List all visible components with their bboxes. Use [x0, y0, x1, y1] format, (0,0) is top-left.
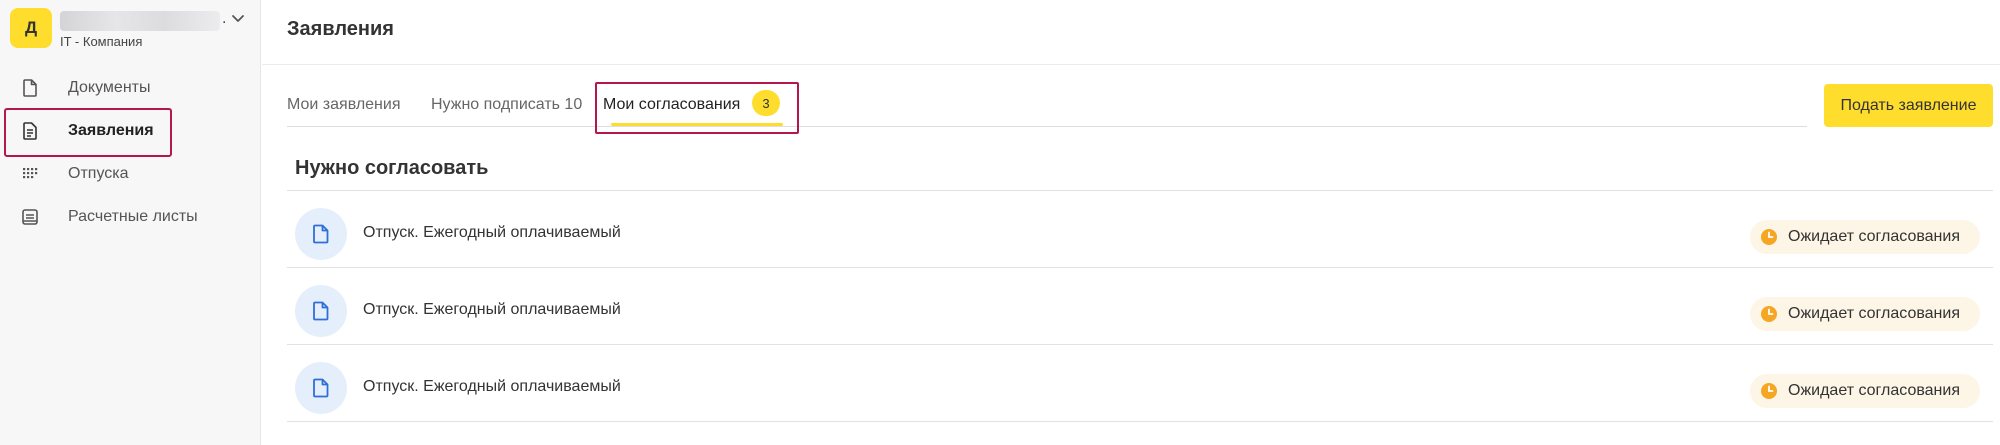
row-title: Отпуск. Ежегодный оплачиваемый	[363, 301, 621, 318]
clock-icon	[1761, 229, 1777, 245]
tab-bar: Мои заявления Нужно подписать 10 Мои сог…	[287, 90, 1807, 127]
row-document-icon-circle	[295, 362, 347, 414]
status-text: Ожидает согласования	[1788, 382, 1960, 399]
tab-my-approvals[interactable]: Мои согласования	[603, 96, 740, 114]
application-icon	[23, 122, 37, 140]
section-title: Нужно согласовать	[295, 157, 489, 179]
sidebar: Д . IT - Компания Документы Заявления От…	[0, 0, 261, 445]
document-icon	[23, 79, 37, 97]
payslip-icon	[22, 209, 38, 225]
status-badge: Ожидает согласования	[1750, 374, 1980, 408]
clock-icon	[1761, 306, 1777, 322]
company-name-redacted	[60, 11, 220, 31]
list-item[interactable]: Отпуск. Ежегодный оплачиваемый Ожидает с…	[287, 268, 1993, 345]
document-icon	[313, 224, 329, 244]
row-title: Отпуск. Ежегодный оплачиваемый	[363, 224, 621, 241]
list-item[interactable]: Отпуск. Ежегодный оплачиваемый Ожидает с…	[287, 345, 1993, 422]
company-subtitle: IT - Компания	[60, 34, 143, 49]
tab-need-to-sign[interactable]: Нужно подписать 10	[431, 96, 582, 114]
sidebar-nav: Документы Заявления Отпуска Расчетные ли…	[0, 66, 260, 238]
company-name-dot: .	[222, 10, 227, 27]
status-badge: Ожидает согласования	[1750, 220, 1980, 254]
page-title: Заявления	[287, 18, 394, 40]
row-document-icon-circle	[295, 208, 347, 260]
clock-icon	[1761, 383, 1777, 399]
status-text: Ожидает согласования	[1788, 305, 1960, 322]
calendar-dots-icon	[23, 168, 38, 179]
tab-my-applications[interactable]: Мои заявления	[287, 96, 401, 114]
document-icon	[313, 301, 329, 321]
main-content: Заявления Мои заявления Нужно подписать …	[262, 0, 2000, 445]
row-document-icon-circle	[295, 285, 347, 337]
status-badge: Ожидает согласования	[1750, 297, 1980, 331]
submit-application-button[interactable]: Подать заявление	[1824, 84, 1993, 127]
sidebar-item-label: Расчетные листы	[68, 207, 198, 225]
sidebar-item-payslips[interactable]: Расчетные листы	[0, 195, 260, 238]
header: Заявления	[262, 0, 2000, 65]
company-switcher[interactable]: Д . IT - Компания	[10, 8, 250, 53]
row-title: Отпуск. Ежегодный оплачиваемый	[363, 378, 621, 395]
document-icon	[313, 378, 329, 398]
sidebar-item-vacations[interactable]: Отпуска	[0, 152, 260, 195]
sidebar-item-documents[interactable]: Документы	[0, 66, 260, 109]
sidebar-item-applications[interactable]: Заявления	[0, 108, 260, 157]
chevron-down-icon[interactable]	[230, 10, 246, 26]
company-avatar: Д	[10, 8, 52, 48]
approvals-count-badge: 3	[752, 90, 780, 116]
sidebar-item-label: Документы	[68, 78, 151, 96]
sidebar-item-label: Отпуска	[68, 164, 129, 182]
active-tab-underline	[611, 123, 783, 126]
sidebar-item-label: Заявления	[68, 121, 154, 139]
list-item[interactable]: Отпуск. Ежегодный оплачиваемый Ожидает с…	[287, 191, 1993, 268]
status-text: Ожидает согласования	[1788, 228, 1960, 245]
